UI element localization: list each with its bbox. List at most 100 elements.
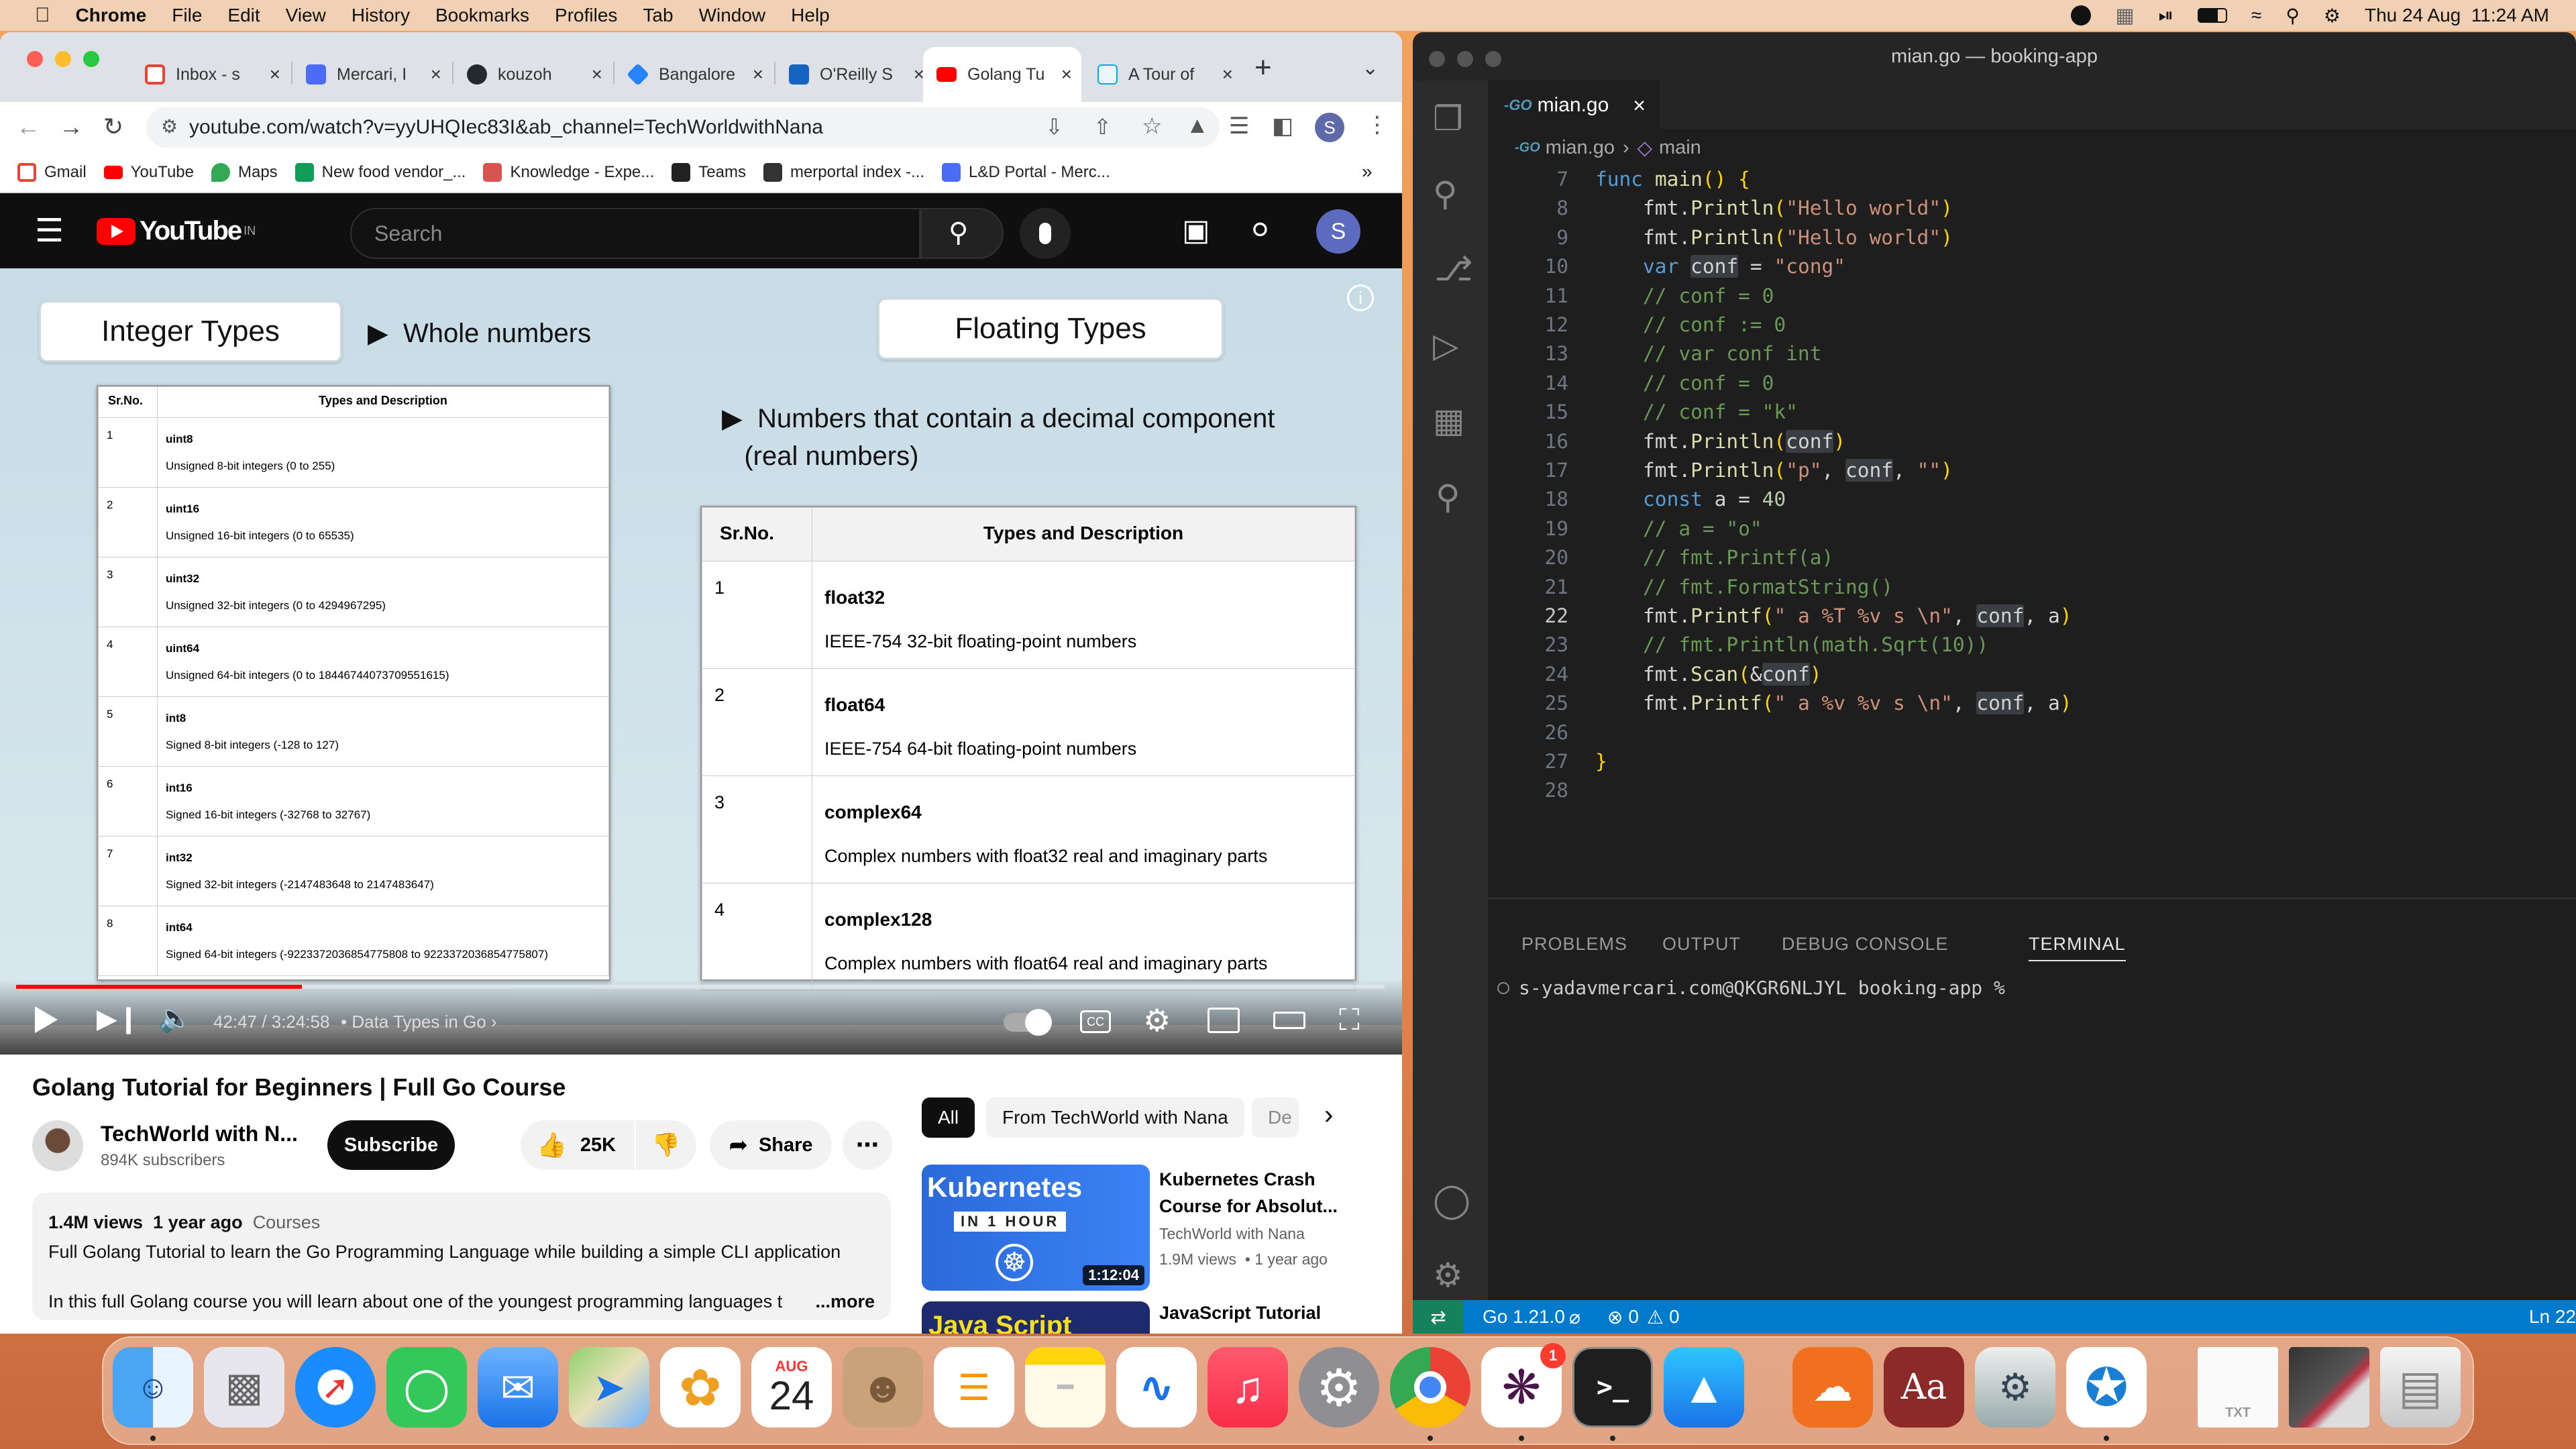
autoplay-toggle[interactable] xyxy=(1004,1009,1052,1036)
youtube-search-input[interactable]: Search xyxy=(350,208,920,259)
go-version-status[interactable]: Go 1.21.0 xyxy=(1483,1306,1565,1328)
errors-icon[interactable]: ⊗ xyxy=(1607,1306,1623,1328)
wifi-icon[interactable]: ≈ xyxy=(2251,5,2261,26)
theater-mode-icon[interactable] xyxy=(1273,1012,1305,1029)
related-video-title[interactable]: Kubernetes Crash Course for Absolut... xyxy=(1159,1166,1338,1220)
zoom-window-button[interactable] xyxy=(1485,51,1501,67)
tab-oreilly[interactable]: O'Reilly S × xyxy=(775,47,934,102)
tab-search-chevron-icon[interactable]: ⌄ xyxy=(1362,56,1379,80)
apple-icon[interactable]:  xyxy=(35,4,50,27)
install-app-icon[interactable]: ⇩ xyxy=(1045,114,1063,140)
like-button[interactable]: 👍 25K xyxy=(521,1120,635,1170)
close-tab-icon[interactable]: × xyxy=(1222,64,1233,85)
tab-debug-console[interactable]: DEBUG CONSOLE xyxy=(1782,934,1949,955)
close-window-button[interactable] xyxy=(27,51,43,67)
youtube-search-button[interactable]: ⚲ xyxy=(920,208,1004,259)
contacts-icon[interactable]: ☻ xyxy=(843,1347,923,1428)
dictionary-icon[interactable]: Aa xyxy=(1884,1347,1964,1428)
calendar-icon[interactable]: AUG 24 xyxy=(751,1347,832,1428)
warnings-icon[interactable]: ⚠ xyxy=(1647,1306,1664,1328)
extensions-icon[interactable]: ▦ xyxy=(1433,401,1464,440)
back-arrow-icon[interactable]: ← xyxy=(16,113,40,141)
channel-avatar[interactable] xyxy=(32,1120,83,1171)
tab-bangalore[interactable]: Bangalore × xyxy=(614,47,773,102)
show-more-link[interactable]: ...more xyxy=(811,1287,875,1316)
settings-gear-icon[interactable]: ⚙ xyxy=(1143,1002,1171,1038)
grammarly-icon[interactable] xyxy=(2071,5,2092,25)
menu-tab[interactable]: Tab xyxy=(643,5,673,26)
tab-github-kouzoh[interactable]: kouzoh × xyxy=(453,47,612,102)
menubar-datetime[interactable]: Thu 24 Aug 11:24 AM xyxy=(2365,5,2549,26)
close-tab-icon[interactable]: × xyxy=(270,64,280,85)
grid-icon[interactable]: ▦ xyxy=(2115,4,2134,28)
share-button[interactable]: ➦ Share xyxy=(710,1120,832,1170)
close-tab-icon[interactable]: × xyxy=(753,64,763,85)
menu-view[interactable]: View xyxy=(286,5,326,26)
bookmark-star-icon[interactable]: ☆ xyxy=(1142,113,1162,140)
menu-file[interactable]: File xyxy=(172,5,202,26)
channel-name[interactable]: TechWorld with N... xyxy=(101,1122,298,1146)
minimize-window-button[interactable] xyxy=(55,51,71,67)
extensions-icon[interactable]: ▲ xyxy=(1186,113,1209,139)
code-line[interactable]: const a = 40 xyxy=(1595,488,1786,511)
system-settings-icon[interactable]: ⚙ xyxy=(1299,1347,1379,1428)
music-icon[interactable]: ♫ xyxy=(1208,1347,1288,1428)
code-line[interactable]: func main() { xyxy=(1595,168,1750,191)
disk-utility-icon[interactable]: ⚙ xyxy=(1975,1347,2055,1428)
breadcrumb-symbol[interactable]: main xyxy=(1659,137,1701,159)
zoom-window-button[interactable] xyxy=(83,51,99,67)
subscribe-button[interactable]: Subscribe xyxy=(327,1120,455,1170)
go-link-icon[interactable]: ⌀ xyxy=(1569,1306,1580,1328)
messages-icon[interactable]: ◯ xyxy=(386,1347,467,1428)
code-line[interactable]: // var conf int xyxy=(1595,342,1821,365)
menu-help[interactable]: Help xyxy=(791,5,830,26)
tab-gmail-inbox[interactable]: Inbox - s × xyxy=(131,47,290,102)
hamburger-menu-icon[interactable]: ☰ xyxy=(35,212,64,250)
safari-icon[interactable]: ➚ xyxy=(295,1347,376,1428)
close-tab-icon[interactable]: × xyxy=(431,64,441,85)
code-line[interactable]: fmt.Printf(" a %T %v s \n", conf, a) xyxy=(1595,604,2072,627)
play-circle-icon[interactable]: ⏯ xyxy=(2159,5,2174,27)
address-bar[interactable]: ⚙ youtube.com/watch?v=yyUHQIec83I&ab_cha… xyxy=(146,107,1220,148)
error-count[interactable]: 0 xyxy=(1628,1306,1639,1328)
youtube-logo[interactable]: YouTube IN xyxy=(97,216,256,246)
remote-indicator-icon[interactable]: ⇄ xyxy=(1413,1300,1464,1334)
related-video-title-2[interactable]: JavaScript Tutorial xyxy=(1159,1303,1321,1324)
source-control-icon[interactable]: ⎇ xyxy=(1434,250,1473,288)
code-line[interactable]: fmt.Scan(&conf) xyxy=(1595,662,1821,686)
code-line[interactable]: fmt.Println(conf) xyxy=(1595,429,1845,453)
close-window-button[interactable] xyxy=(1429,51,1445,67)
code-line[interactable]: fmt.Println("Hello world") xyxy=(1595,197,1953,219)
tab-problems[interactable]: PROBLEMS xyxy=(1521,934,1627,955)
bookmark-gmail[interactable]: Gmail xyxy=(17,163,87,182)
code-line[interactable]: // conf = 0 xyxy=(1595,284,1774,307)
code-line[interactable]: // fmt.FormatString() xyxy=(1595,576,1893,598)
more-actions-button[interactable]: ⋯ xyxy=(843,1120,892,1170)
code-line[interactable]: var conf = "cong" xyxy=(1595,255,1845,278)
launchpad-icon[interactable]: ▩ xyxy=(204,1347,284,1428)
bookmark-ld-portal[interactable]: L&D Portal - Merc... xyxy=(942,163,1110,182)
chrome-menu-icon[interactable]: ⋮ xyxy=(1366,111,1389,138)
downloads-stack-icon[interactable] xyxy=(2289,1347,2369,1428)
site-info-icon[interactable]: ⚙ xyxy=(161,115,178,138)
close-tab-icon[interactable]: × xyxy=(592,64,602,85)
spotlight-search-icon[interactable]: ⚲ xyxy=(2286,5,2300,27)
code-line[interactable]: fmt.Printf(" a %v %v s \n", conf, a) xyxy=(1595,692,2072,715)
search-icon[interactable]: ⚲ xyxy=(1433,174,1458,213)
bookmark-merportal[interactable]: merportal index -... xyxy=(763,163,924,182)
bookmark-teams[interactable]: Teams xyxy=(672,163,746,182)
control-center-icon[interactable]: ⚙ xyxy=(2324,5,2341,27)
chips-next-chevron-icon[interactable]: › xyxy=(1324,1100,1333,1130)
maps-icon[interactable]: ➤ xyxy=(569,1347,649,1428)
captions-icon[interactable]: CC xyxy=(1080,1010,1111,1033)
code-line[interactable]: // conf = "k" xyxy=(1595,400,1798,423)
related-video-thumbnail[interactable]: Kubernetes IN 1 HOUR ☸ 1:12:04 xyxy=(922,1165,1150,1291)
dislike-button[interactable]: 👎 xyxy=(636,1120,696,1170)
info-icon[interactable]: i xyxy=(1347,284,1374,311)
code-line[interactable]: // fmt.Println(math.Sqrt(10)) xyxy=(1595,633,1988,656)
photos-icon[interactable]: ✿ xyxy=(660,1347,741,1428)
breadcrumb-file[interactable]: mian.go xyxy=(1546,137,1615,159)
reload-icon[interactable]: ↻ xyxy=(103,113,123,141)
menu-bookmarks[interactable]: Bookmarks xyxy=(435,5,529,26)
chapter-title[interactable]: • Data Types in Go › xyxy=(341,1012,497,1032)
